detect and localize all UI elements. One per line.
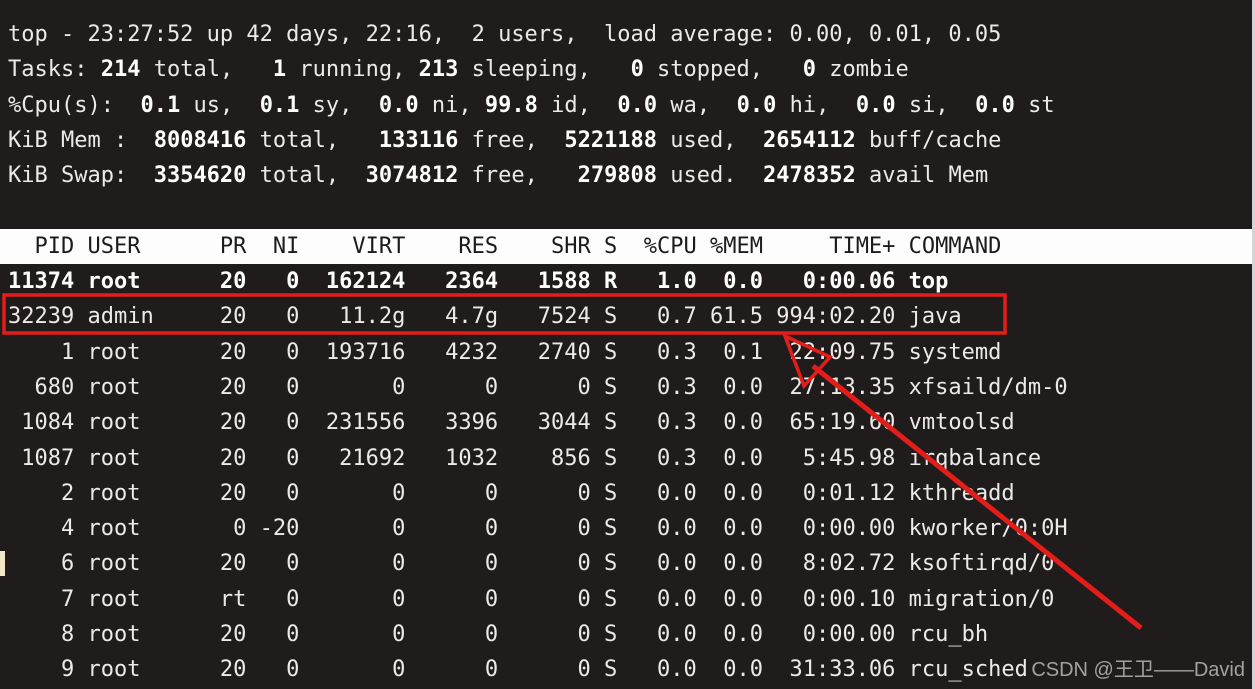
summary-line: top - 23:27:52 up 42 days, 22:16, 2 user… — [0, 17, 1255, 52]
summary-text: us, — [180, 92, 260, 118]
summary-text: stopped, — [643, 57, 803, 83]
watermark: CSDN @王卫——David — [1031, 659, 1245, 681]
summary-value: 3074812 — [365, 163, 459, 189]
summary-text: sleeping, — [458, 57, 631, 83]
summary-line: Tasks: 214 total, 1 running, 213 sleepin… — [0, 52, 1255, 87]
summary-text: Tasks: — [8, 57, 101, 83]
summary-text: sy, — [299, 92, 379, 118]
summary-value: 99.8 — [484, 92, 538, 118]
process-row-irqbalance: 1087 root 20 0 21692 1032 856 S 0.3 0.0 … — [8, 445, 1042, 471]
summary-text: zombie — [816, 57, 909, 83]
summary-text: avail Mem — [855, 163, 989, 189]
summary-text: id, — [537, 92, 618, 118]
summary-value: 0.1 — [140, 92, 181, 118]
process-row-systemd: 1 root 20 0 193716 4232 2740 S 0.3 0.1 2… — [8, 339, 1002, 365]
summary-value: 0 — [630, 57, 644, 83]
summary-text: used. — [657, 163, 764, 189]
process-table: 11374 root 20 0 162124 2364 1588 R 1.0 0… — [0, 264, 1255, 688]
summary-text: free, — [458, 127, 565, 153]
summary-text: KiB Mem : — [8, 127, 154, 153]
edge-cursor-artifact — [0, 551, 5, 576]
summary-text: ni, — [418, 92, 485, 118]
summary-text: si, — [895, 92, 976, 118]
summary-text: top - 23:27:52 up 42 days, 22:16, 2 user… — [8, 22, 1002, 47]
summary-line: KiB Mem : 8008416 total, 133116 free, 52… — [0, 123, 1255, 158]
summary-value: 0.1 — [259, 92, 300, 118]
process-row-ksoftirqd/0: 6 root 20 0 0 0 0 S 0.0 0.0 8:02.72 ksof… — [8, 551, 1055, 577]
process-row-java: 32239 admin 20 0 11.2g 4.7g 7524 S 0.7 6… — [8, 304, 962, 330]
summary-text: wa, — [657, 92, 737, 118]
summary-text: hi, — [776, 92, 856, 118]
summary-text: free, — [458, 163, 578, 189]
summary-value: 0.0 — [617, 92, 658, 118]
summary-text: buff/cache — [855, 127, 1002, 153]
process-row-xfsaild/dm-0: 680 root 20 0 0 0 0 S 0.3 0.0 27:13.35 x… — [8, 374, 1068, 400]
process-row-kworker/0:0H: 4 root 0 -20 0 0 0 S 0.0 0.0 0:00.00 kwo… — [8, 516, 1068, 542]
summary-value: 0.0 — [975, 92, 1015, 118]
summary-value: 279808 — [577, 163, 658, 189]
process-row-vmtoolsd: 1084 root 20 0 231556 3396 3044 S 0.3 0.… — [8, 410, 1015, 436]
summary-line: KiB Swap: 3354620 total, 3074812 free, 2… — [0, 158, 1255, 193]
summary-value: 2478352 — [763, 163, 856, 189]
summary-text: total, — [246, 127, 379, 153]
summary-value: 2654112 — [763, 127, 856, 153]
summary-value: 213 — [418, 57, 459, 83]
summary-value: 133116 — [378, 127, 459, 153]
summary-text: running, — [286, 57, 419, 83]
process-table-header: PID USER PR NI VIRT RES SHR S %CPU %MEM … — [0, 228, 1255, 265]
summary-value: 0.0 — [855, 92, 896, 118]
top-summary: top - 23:27:52 up 42 days, 22:16, 2 user… — [0, 17, 1255, 193]
summary-value: 1 — [272, 57, 287, 83]
terminal-window: top - 23:27:52 up 42 days, 22:16, 2 user… — [0, 0, 1255, 689]
summary-value: 5221188 — [564, 127, 658, 153]
process-row-rcu_bh: 8 root 20 0 0 0 0 S 0.0 0.0 0:00.00 rcu_… — [8, 622, 989, 648]
summary-value: 3354620 — [153, 163, 247, 189]
summary-value: 214 — [100, 57, 141, 83]
summary-value: 8008416 — [153, 127, 247, 153]
summary-text: total, — [140, 57, 273, 83]
summary-value: 0 — [802, 57, 817, 83]
process-row-migration/0: 7 root rt 0 0 0 0 S 0.0 0.0 0:00.10 migr… — [8, 586, 1055, 612]
summary-line: %Cpu(s): 0.1 us, 0.1 sy, 0.0 ni, 99.8 id… — [0, 88, 1255, 123]
summary-text: total, — [246, 163, 366, 189]
summary-text: st — [1014, 92, 1055, 118]
summary-text: used, — [657, 127, 764, 153]
summary-value: 0.0 — [736, 92, 777, 118]
summary-text: %Cpu(s): — [8, 92, 141, 118]
process-row-top: 11374 root 20 0 162124 2364 1588 R 1.0 0… — [8, 269, 949, 295]
process-row-kthreadd: 2 root 20 0 0 0 0 S 0.0 0.0 0:01.12 kthr… — [8, 480, 1015, 506]
summary-text: KiB Swap: — [8, 163, 154, 189]
summary-value: 0.0 — [378, 92, 419, 118]
